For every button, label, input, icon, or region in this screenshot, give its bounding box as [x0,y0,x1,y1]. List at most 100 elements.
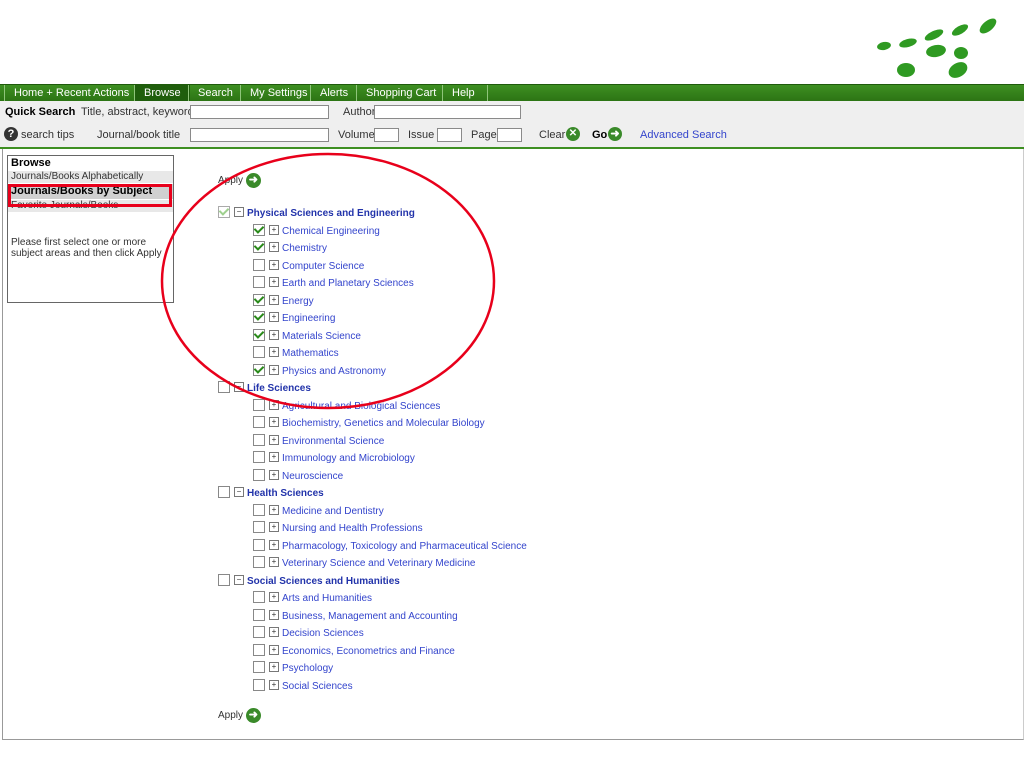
subject-label[interactable]: Agricultural and Biological Sciences [282,401,440,412]
volume-input[interactable] [374,128,399,142]
subject-checkbox[interactable] [253,626,265,639]
issue-input[interactable] [437,128,462,142]
page-input[interactable] [497,128,522,142]
expand-icon[interactable]: + [269,347,279,358]
subject-checkbox[interactable] [253,503,265,516]
expand-icon[interactable]: + [269,592,279,603]
subject-checkbox[interactable] [253,661,265,674]
subject-label[interactable]: Arts and Humanities [282,593,372,604]
expand-icon[interactable]: + [269,364,279,375]
expand-icon[interactable]: + [269,312,279,323]
apply-bottom-button[interactable]: Apply ➜ [218,708,261,723]
clear-icon[interactable]: ✕ [566,127,580,141]
tab-my-settings[interactable]: My Settings [240,85,316,101]
subject-checkbox[interactable] [253,293,265,306]
subject-label[interactable]: Veterinary Science and Veterinary Medici… [282,558,475,569]
subject-checkbox[interactable] [253,223,265,236]
tab-alerts[interactable]: Alerts [310,85,357,101]
subject-checkbox[interactable] [253,416,265,429]
search-tips-link[interactable]: search tips [21,129,74,141]
expand-icon[interactable]: + [269,329,279,340]
collapse-icon[interactable]: − [234,382,244,393]
subject-checkbox[interactable] [253,328,265,341]
subject-checkbox[interactable] [253,346,265,359]
browse-alphabetically-link[interactable]: Journals/Books Alphabetically [8,170,173,183]
expand-icon[interactable]: + [269,609,279,620]
subject-checkbox[interactable] [253,538,265,551]
subject-checkbox[interactable] [253,258,265,271]
subject-checkbox[interactable] [253,608,265,621]
subject-label[interactable]: Chemistry [282,243,327,254]
expand-icon[interactable]: + [269,417,279,428]
group-label[interactable]: Life Sciences [247,383,311,394]
subject-checkbox[interactable] [253,363,265,376]
group-label[interactable]: Social Sciences and Humanities [247,576,400,587]
subject-label[interactable]: Nursing and Health Professions [282,523,423,534]
expand-icon[interactable]: + [269,399,279,410]
expand-icon[interactable]: + [269,504,279,515]
subject-label[interactable]: Biochemistry, Genetics and Molecular Bio… [282,418,485,429]
tab-shopping-cart[interactable]: Shopping Cart [356,85,445,101]
clear-link[interactable]: Clear [539,129,565,141]
group-label[interactable]: Health Sciences [247,488,324,499]
expand-icon[interactable]: + [269,277,279,288]
advanced-search-link[interactable]: Advanced Search [640,129,727,141]
group-checkbox[interactable] [218,486,230,499]
tab-browse[interactable]: Browse [134,85,190,101]
subject-label[interactable]: Energy [282,296,314,307]
title-abstract-input[interactable] [190,105,329,119]
subject-checkbox[interactable] [253,433,265,446]
subject-checkbox[interactable] [253,398,265,411]
subject-label[interactable]: Mathematics [282,348,339,359]
collapse-icon[interactable]: − [234,207,244,218]
expand-icon[interactable]: + [269,627,279,638]
tab-help[interactable]: Help [442,85,484,101]
tab-home[interactable]: Home + Recent Actions [4,85,138,101]
expand-icon[interactable]: + [269,644,279,655]
expand-icon[interactable]: + [269,224,279,235]
subject-label[interactable]: Computer Science [282,261,364,272]
subject-label[interactable]: Decision Sciences [282,628,364,639]
subject-label[interactable]: Chemical Engineering [282,226,380,237]
expand-icon[interactable]: + [269,434,279,445]
expand-icon[interactable]: + [269,557,279,568]
expand-icon[interactable]: + [269,469,279,480]
subject-label[interactable]: Neuroscience [282,471,343,482]
group-checkbox[interactable] [218,381,230,394]
subject-checkbox[interactable] [253,468,265,481]
group-checkbox[interactable] [218,573,230,586]
expand-icon[interactable]: + [269,539,279,550]
expand-icon[interactable]: + [269,662,279,673]
apply-top-button[interactable]: Apply ➜ [218,173,261,188]
go-arrow-icon[interactable]: ➜ [608,127,622,141]
author-input[interactable] [374,105,521,119]
help-icon[interactable]: ? [4,127,18,141]
subject-label[interactable]: Materials Science [282,331,361,342]
journal-title-input[interactable] [190,128,329,142]
subject-checkbox[interactable] [253,643,265,656]
group-checkbox[interactable] [218,206,230,219]
collapse-icon[interactable]: − [234,574,244,585]
subject-label[interactable]: Psychology [282,663,333,674]
tab-search[interactable]: Search [188,85,242,101]
subject-checkbox[interactable] [253,276,265,289]
subject-label[interactable]: Medicine and Dentistry [282,506,384,517]
subject-label[interactable]: Economics, Econometrics and Finance [282,646,455,657]
expand-icon[interactable]: + [269,522,279,533]
go-button[interactable]: Go [592,129,607,141]
subject-label[interactable]: Business, Management and Accounting [282,611,458,622]
expand-icon[interactable]: + [269,242,279,253]
expand-icon[interactable]: + [269,679,279,690]
expand-icon[interactable]: + [269,259,279,270]
subject-checkbox[interactable] [253,556,265,569]
subject-checkbox[interactable] [253,591,265,604]
subject-checkbox[interactable] [253,241,265,254]
subject-label[interactable]: Earth and Planetary Sciences [282,278,414,289]
subject-checkbox[interactable] [253,521,265,534]
subject-checkbox[interactable] [253,678,265,691]
collapse-icon[interactable]: − [234,487,244,498]
subject-label[interactable]: Physics and Astronomy [282,366,386,377]
subject-checkbox[interactable] [253,311,265,324]
subject-label[interactable]: Social Sciences [282,681,353,692]
group-label[interactable]: Physical Sciences and Engineering [247,208,415,219]
